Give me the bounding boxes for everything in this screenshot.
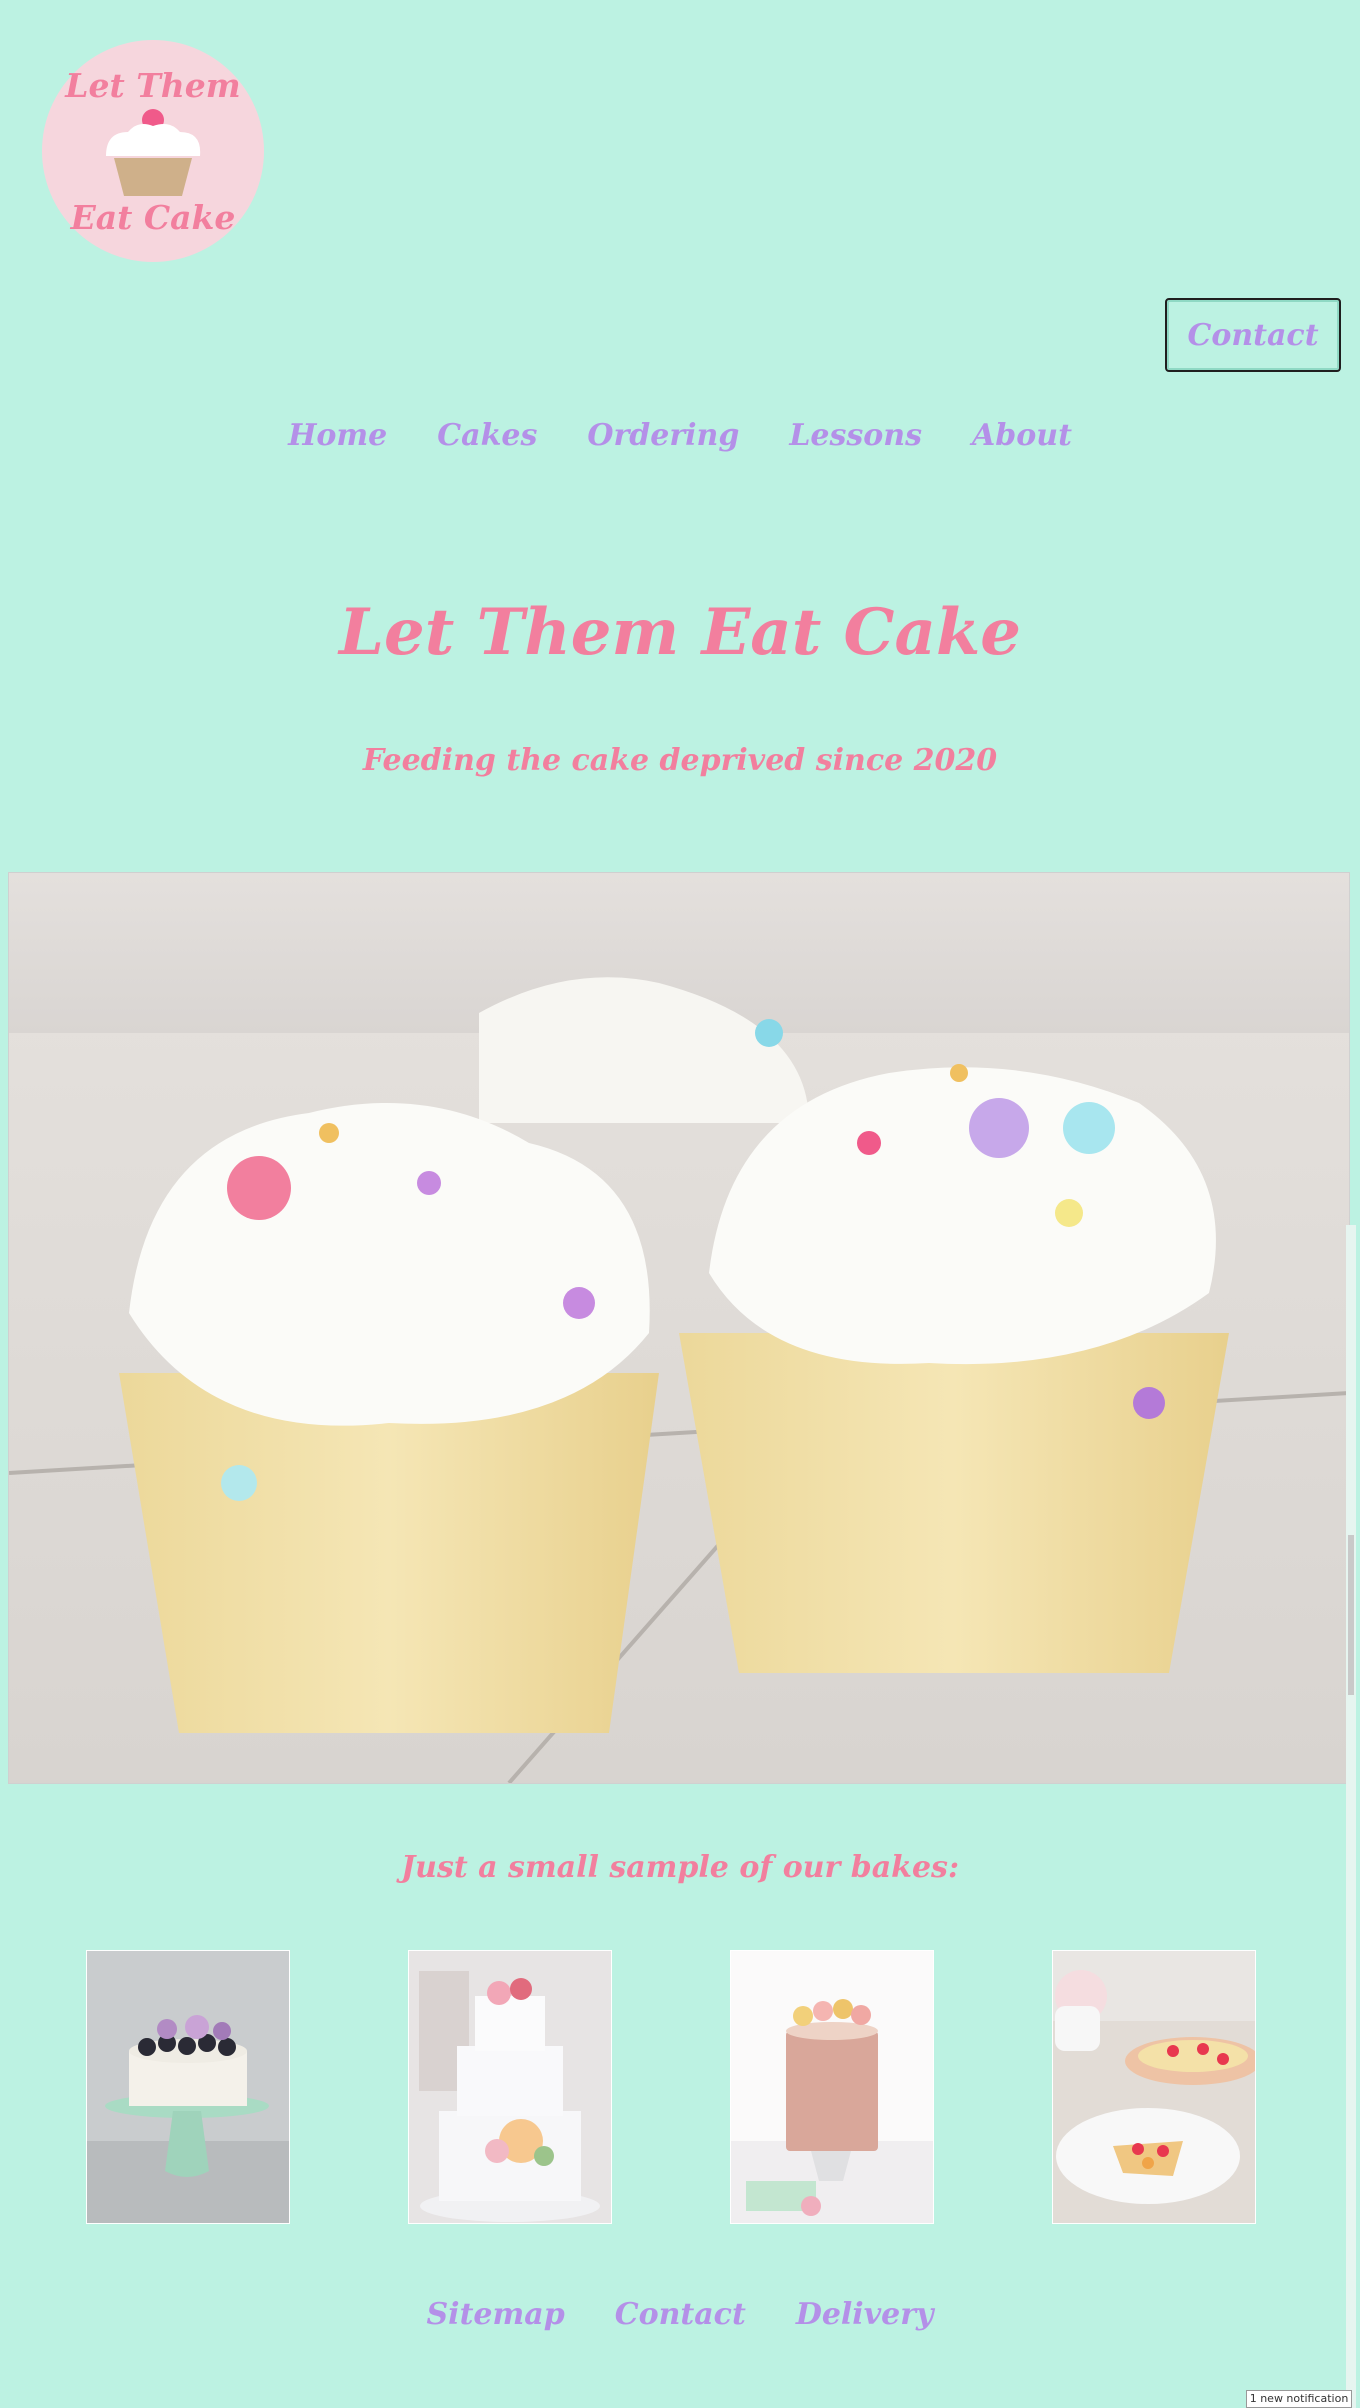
logo[interactable]: Let Them Eat Cake [42, 40, 264, 262]
cupcake-logo-icon [106, 109, 201, 196]
scrollbar-thumb[interactable] [1348, 1535, 1354, 1695]
page-subtitle: Feeding the cake deprived since 2020 [362, 743, 998, 778]
gallery-item-tiered-cake[interactable] [408, 1950, 612, 2224]
nav-item-cakes[interactable]: Cakes [437, 418, 537, 453]
footer-item-delivery[interactable]: Delivery [796, 2297, 934, 2332]
hero-cupcake-photo [8, 872, 1350, 1784]
page-title: Let Them Eat Cake [339, 595, 1021, 670]
gallery-item-macaron-cake[interactable] [730, 1950, 934, 2224]
nav-item-ordering[interactable]: Ordering [587, 418, 739, 453]
gallery-item-berry-cake[interactable] [86, 1950, 290, 2224]
footer-item-contact[interactable]: Contact [615, 2297, 746, 2332]
footer-item-sitemap[interactable]: Sitemap [427, 2297, 565, 2332]
footer-nav: Sitemap Contact Delivery [0, 2297, 1360, 2332]
nav-item-home[interactable]: Home [288, 418, 387, 453]
gallery-item-fruit-tart[interactable] [1052, 1950, 1256, 2224]
contact-button[interactable]: Contact [1165, 298, 1341, 372]
notification-toast[interactable]: 1 new notification [1246, 2390, 1352, 2408]
scrollbar[interactable] [1346, 1225, 1356, 2408]
nav-item-about[interactable]: About [972, 418, 1072, 453]
nav-item-lessons[interactable]: Lessons [789, 418, 922, 453]
logo-bottom-text: Eat Cake [70, 198, 236, 237]
main-nav: Home Cakes Ordering Lessons About [0, 418, 1360, 453]
gallery-heading: Just a small sample of our bakes: [400, 1850, 960, 1885]
